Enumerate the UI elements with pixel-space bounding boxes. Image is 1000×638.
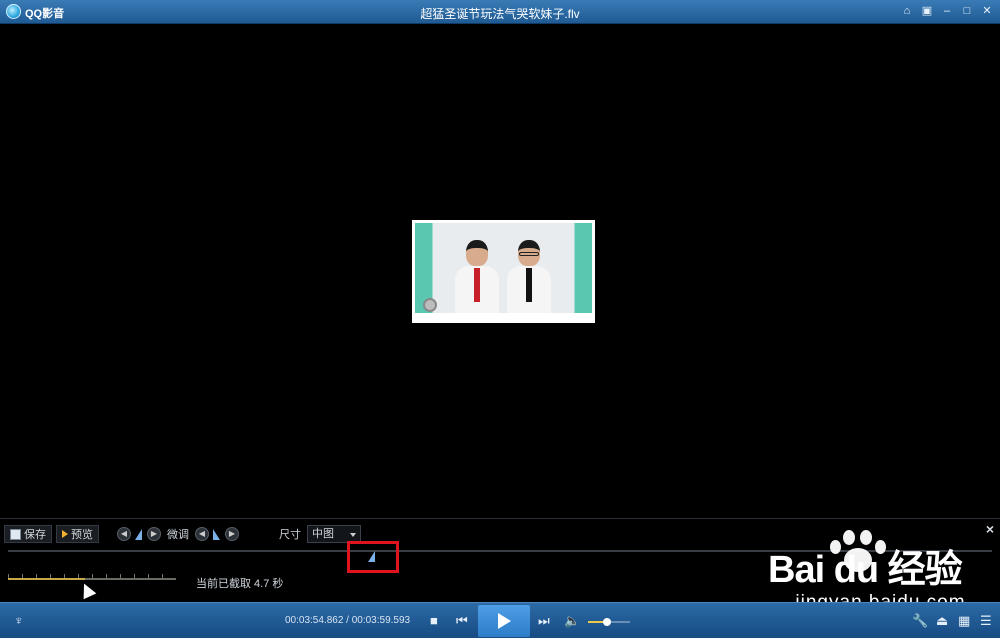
save-label: 保存 <box>24 529 46 541</box>
volume-icon[interactable]: 🔈 <box>564 613 580 629</box>
close-button[interactable]: ✕ <box>980 4 994 18</box>
playlist-icon[interactable]: ☰ <box>980 613 992 629</box>
window-title: 超猛圣诞节玩法气哭软妹子.flv <box>420 7 580 21</box>
captured-duration-text: 当前已截取 4.7 秒 <box>196 578 284 590</box>
minimize-button[interactable]: – <box>940 4 954 18</box>
time-display: 00:03:54.862 / 00:03:59.593 <box>285 615 411 626</box>
eject-icon[interactable]: ⏏ <box>936 613 948 629</box>
fine-tune-label: 微调 <box>167 529 189 541</box>
size-label: 尺寸 <box>279 529 301 541</box>
settings-trophy-icon[interactable]: ♆ <box>14 613 28 629</box>
playback-control-bar: ♆ 00:03:54.862 / 00:03:59.593 ■ ⏮ ⏭ 🔈 🔧 … <box>0 602 1000 638</box>
video-caption-strip <box>415 313 592 320</box>
start-next-icon[interactable]: ▶ <box>147 527 161 541</box>
video-frame-image <box>415 223 592 320</box>
previous-icon[interactable]: ⏮ <box>456 613 468 629</box>
channel-logo-icon <box>423 298 437 312</box>
volume-knob[interactable] <box>602 618 611 626</box>
play-button[interactable] <box>478 605 530 637</box>
end-prev-icon[interactable]: ◀ <box>195 527 209 541</box>
preview-play-icon <box>62 530 68 538</box>
mini-progress-track[interactable] <box>8 578 176 580</box>
watermark-main-text: Bai du 经验 <box>768 549 963 591</box>
window-controls: ⌂ ▣ – □ ✕ <box>900 4 994 18</box>
effects-icon[interactable]: ▦ <box>958 613 970 629</box>
preview-button[interactable]: 预览 <box>56 525 99 543</box>
end-marker-icon <box>213 528 221 540</box>
mouse-cursor-icon <box>77 580 97 600</box>
start-marker-icon <box>135 528 143 540</box>
title-bar: QQ影音 超猛圣诞节玩法气哭软妹子.flv ⌂ ▣ – □ ✕ <box>0 0 1000 24</box>
mini-mode-button[interactable]: ▣ <box>920 4 934 18</box>
start-prev-icon[interactable]: ◀ <box>117 527 131 541</box>
maximize-button[interactable]: □ <box>960 4 974 18</box>
person-left <box>455 240 499 314</box>
mini-progress-fill <box>8 578 86 580</box>
person-right <box>507 240 551 314</box>
save-icon <box>10 528 21 540</box>
end-next-icon[interactable]: ▶ <box>225 527 239 541</box>
stop-icon[interactable]: ■ <box>430 613 438 629</box>
next-icon[interactable]: ⏭ <box>538 613 550 629</box>
save-button[interactable]: 保存 <box>4 525 52 543</box>
tools-icon[interactable]: 🔧 <box>912 613 928 629</box>
video-frame-thumbnail <box>412 220 595 323</box>
capture-toolbar: 保存 预览 ◀ ▶ 微调 ◀ ▶ 尺寸 中图 <box>4 523 361 545</box>
video-area[interactable] <box>0 24 1000 518</box>
highlight-box <box>347 541 399 573</box>
skin-button[interactable]: ⌂ <box>900 4 914 18</box>
preview-label: 预览 <box>71 529 93 541</box>
